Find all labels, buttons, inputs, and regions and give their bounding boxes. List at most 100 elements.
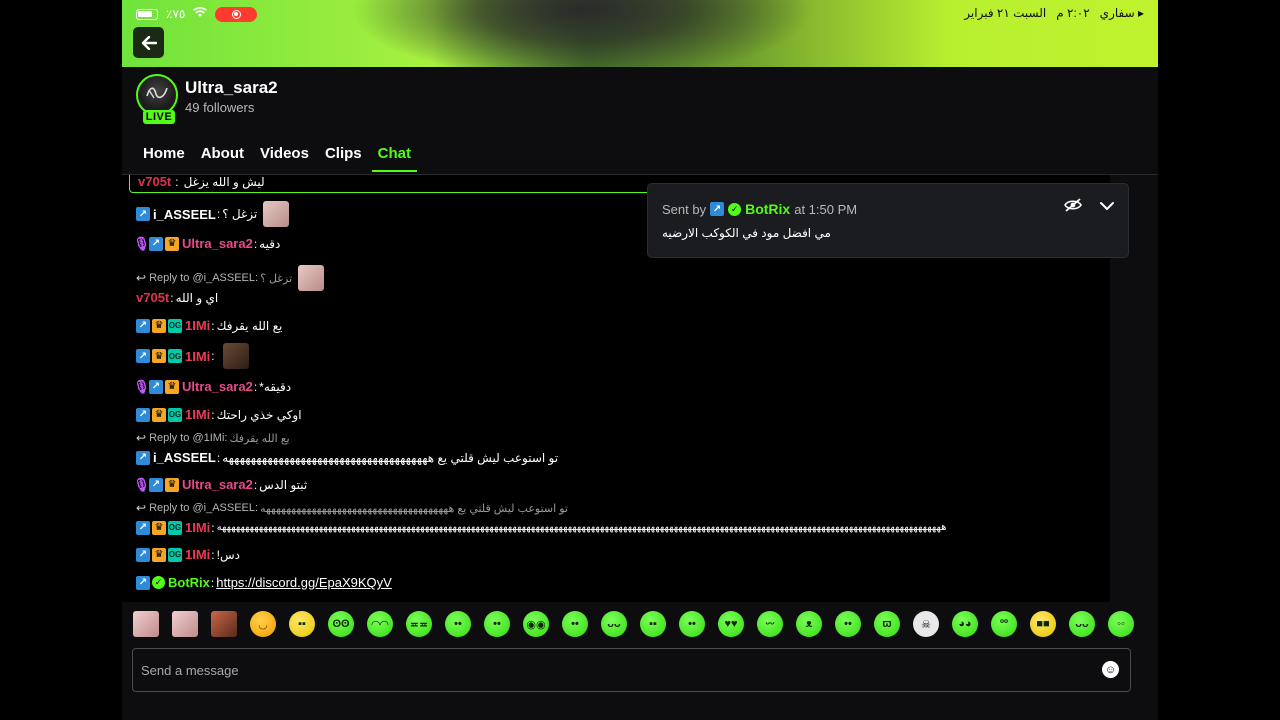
emote-photo-icon[interactable] [172, 611, 198, 637]
chat-username[interactable]: 1IMi [185, 547, 210, 562]
channel-avatar[interactable]: LIVE [136, 74, 178, 124]
emote-angry-icon[interactable]: ≖≖ [406, 611, 432, 637]
emote-crying-icon[interactable]: ᴥ [796, 611, 822, 637]
kick-badge-icon: ↗ [149, 379, 163, 394]
tab-chat[interactable]: Chat [371, 145, 418, 172]
chat-text: دقيقه* [259, 379, 292, 394]
status-time: ٢:٠٢ م [1056, 6, 1090, 20]
reply-context[interactable]: ↩ Reply to @i_ASSEEL: تو استوعب ليش قلتي… [136, 501, 568, 515]
chat-username[interactable]: Ultra_sara2 [182, 477, 253, 492]
emote-icon[interactable]: ▪▪ [289, 611, 315, 637]
chat-username[interactable]: i_ASSEEL [153, 207, 216, 222]
mic-badge-icon: 🎙 [133, 235, 150, 251]
message-input-box[interactable]: ☺ [132, 648, 1131, 692]
pinned-time: at 1:50 PM [794, 201, 858, 217]
chat-message: ↗ ♛ OG 1IMi: ههههههههههههههههههههههههههههه… [136, 520, 1096, 535]
emote-photo-icon[interactable] [211, 611, 237, 637]
emote-angel-icon[interactable]: ◠◠ [367, 611, 393, 637]
kick-badge-icon: ↗ [136, 207, 150, 221]
emoji-picker-icon[interactable]: ☺ [1102, 661, 1119, 678]
crown-badge-icon: ♛ [165, 379, 179, 394]
back-to-app[interactable]: ▸ سفاري [1100, 6, 1144, 20]
og-badge-icon: OG [168, 547, 182, 562]
emote-icon[interactable]: ʘʘ [328, 611, 354, 637]
smile-emoji-icon[interactable]: ◡ [250, 611, 276, 637]
emote-bar: ◡ ▪▪ ʘʘ ◠◠ ≖≖ •• •• ◉◉ •• ᴗᴗ ▪▪ •• ♥♥ ᵕᵕ… [122, 602, 1158, 646]
mic-badge-icon: 🎙 [133, 378, 150, 394]
status-bar-right: ▸ سفاري ٢:٠٢ م السبت ٢١ فبراير [964, 6, 1144, 20]
chat-username[interactable]: Ultra_sara2 [182, 236, 253, 251]
emote-love-icon[interactable]: ♥♥ [718, 611, 744, 637]
kick-badge-icon: ↗ [136, 318, 150, 333]
emote-icon[interactable]: •• [484, 611, 510, 637]
emote-icon[interactable]: ᵕᵕ [757, 611, 783, 637]
reply-icon: ↩ [136, 431, 147, 445]
chat-username[interactable]: BotRix [168, 575, 210, 590]
arrow-left-icon [141, 35, 157, 50]
hide-pin-icon[interactable] [1064, 198, 1082, 217]
tab-home[interactable]: Home [143, 145, 185, 172]
chevron-down-icon[interactable] [1100, 198, 1114, 217]
live-badge: LIVE [143, 110, 175, 124]
pinned-username[interactable]: BotRix [745, 201, 790, 217]
tab-clips[interactable]: Clips [325, 145, 362, 172]
chat-username[interactable]: v705t [138, 175, 171, 189]
emote-image [222, 343, 249, 369]
chat-username[interactable]: i_ASSEEL [153, 450, 216, 465]
kick-badge-icon: ↗ [136, 407, 150, 422]
chat-username[interactable]: v705t [136, 290, 169, 305]
emote-icon[interactable]: ᴗᴗ [601, 611, 627, 637]
verified-badge-icon: ✓ [152, 576, 165, 589]
wifi-icon [193, 6, 208, 21]
reply-text: يع الله يقرفك [229, 432, 290, 445]
channel-banner: ٪٧٥ ▸ سفاري ٢:٠٢ م السبت ٢١ فبراير [122, 0, 1158, 67]
kick-badge-icon: ↗ [136, 520, 150, 535]
reply-context[interactable]: ↩ Reply to @i_ASSEEL: تزغل ؟ [136, 265, 325, 291]
pinned-message-popup: Sent by ↗ ✓ BotRix at 1:50 PM مي افضل مو… [647, 183, 1129, 258]
chat-username[interactable]: 1IMi [185, 349, 210, 364]
crown-badge-icon: ♛ [152, 520, 166, 535]
chat-message: ↗ ♛ OG 1IMi: يع الله يقرفك [136, 318, 282, 333]
reply-to-label: Reply to @i_ASSEEL: [149, 502, 259, 514]
emote-icon[interactable]: ϖ [874, 611, 900, 637]
emote-icon[interactable]: •• [679, 611, 705, 637]
send-message-input[interactable] [141, 659, 1081, 681]
emote-icon[interactable]: ◦◦ [1108, 611, 1134, 637]
chat-username[interactable]: 1IMi [185, 318, 210, 333]
chat-text: ثبتو الدس [259, 477, 308, 492]
chat-text: هههههههههههههههههههههههههههههههههههههههه… [216, 522, 947, 533]
emote-icon[interactable]: •• [835, 611, 861, 637]
chat-username[interactable]: Ultra_sara2 [182, 379, 253, 394]
emote-icon[interactable]: •• [562, 611, 588, 637]
channel-name[interactable]: Ultra_sara2 [185, 78, 278, 98]
tab-videos[interactable]: Videos [260, 145, 309, 172]
chat-text: دقيه [259, 236, 281, 251]
emote-skull-icon[interactable]: ☠ [913, 611, 939, 637]
chat-message: ↗ ✓ BotRix: https://discord.gg/EpaX9KQyV [136, 575, 392, 590]
kick-badge-icon: ↗ [136, 450, 150, 465]
chat-message: 🎙 ↗ ♛ Ultra_sara2: دقيه [133, 235, 281, 252]
kick-badge-icon: ↗ [149, 477, 163, 492]
kick-badge-icon: ↗ [710, 202, 725, 216]
emote-photo-icon[interactable] [133, 611, 159, 637]
tab-about[interactable]: About [201, 145, 244, 172]
og-badge-icon: OG [168, 520, 182, 535]
crown-badge-icon: ♛ [152, 318, 166, 333]
emote-icon[interactable]: ◉◉ [523, 611, 549, 637]
chat-message: v705t: اي و الله [136, 290, 219, 305]
chat-username[interactable]: 1IMi [185, 520, 210, 535]
chat-username[interactable]: 1IMi [185, 407, 210, 422]
reply-context[interactable]: ↩ Reply to @1IMi: يع الله يقرفك [136, 431, 290, 445]
emote-icon[interactable]: ■■ [1030, 611, 1056, 637]
reply-icon: ↩ [136, 271, 147, 285]
chat-message: 🎙 ↗ ♛ Ultra_sara2: ثبتو الدس [133, 476, 308, 493]
mic-badge-icon: 🎙 [133, 476, 150, 492]
chat-link[interactable]: https://discord.gg/EpaX9KQyV [216, 575, 392, 590]
emote-icon[interactable]: ᴗᴗ [1069, 611, 1095, 637]
emote-icon[interactable]: ◕◕ [952, 611, 978, 637]
emote-icon[interactable]: •• [445, 611, 471, 637]
chat-message: ↗ i_ASSEEL: تزغل ؟ [136, 201, 290, 227]
back-button[interactable] [133, 27, 164, 58]
emote-icon[interactable]: ▪▪ [640, 611, 666, 637]
emote-icon[interactable]: ºº [991, 611, 1017, 637]
